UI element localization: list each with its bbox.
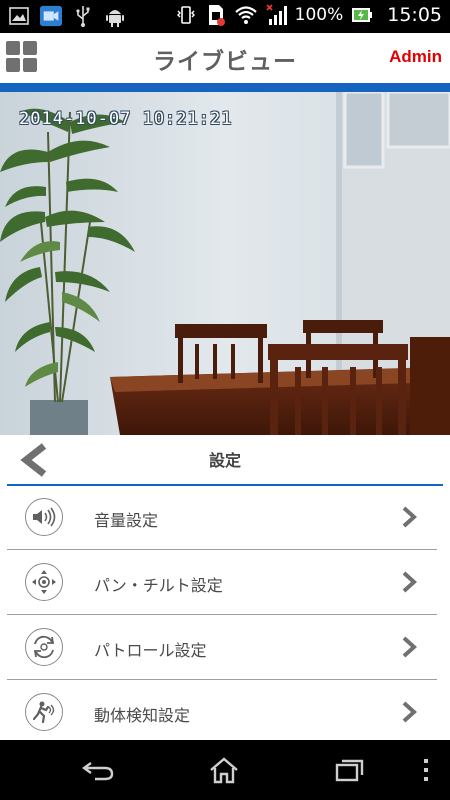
live-video-view[interactable]: 2014-10-07 10:21:21 xyxy=(0,92,450,435)
settings-row-pan-tilt[interactable]: パン・チルト設定 xyxy=(7,551,437,615)
chevron-right-icon xyxy=(402,571,417,593)
row-divider xyxy=(7,549,437,550)
video-timestamp: 2014-10-07 10:21:21 xyxy=(19,109,233,129)
sim-icon xyxy=(205,4,227,26)
app-header: ライブビュー Admin xyxy=(0,33,450,83)
settings-row-label: パン・チルト設定 xyxy=(94,576,223,595)
more-vert-icon xyxy=(424,759,428,781)
settings-row-label: 音量設定 xyxy=(94,511,159,530)
settings-title: 設定 xyxy=(208,451,241,470)
row-divider xyxy=(7,614,437,615)
row-divider xyxy=(7,679,437,680)
status-bar: 100% 15:05 xyxy=(0,0,450,33)
video-app-icon xyxy=(40,5,62,27)
gallery-icon xyxy=(8,5,30,27)
chevron-right-icon xyxy=(402,636,417,658)
settings-row-motion-detection[interactable]: 動体検知設定 xyxy=(7,681,437,745)
battery-icon xyxy=(351,4,373,26)
usb-icon xyxy=(72,5,94,27)
wifi-icon xyxy=(234,4,257,26)
motion-detection-icon xyxy=(25,693,63,731)
chevron-right-icon xyxy=(402,701,417,723)
settings-panel: 設定 音量設定 パン・チルト設定 パトロール設定 動体検知設定 xyxy=(0,435,450,740)
settings-row-label: パトロール設定 xyxy=(94,641,207,660)
patrol-icon xyxy=(25,628,63,666)
camera-scene-image xyxy=(0,92,450,435)
recent-apps-icon xyxy=(335,759,364,782)
nav-recent-apps-button[interactable] xyxy=(330,754,370,786)
speaker-icon xyxy=(25,498,63,536)
battery-percent: 100% xyxy=(294,5,344,25)
nav-overflow-menu-button[interactable] xyxy=(406,754,446,786)
header-accent-bar xyxy=(0,83,450,92)
chevron-right-icon xyxy=(402,506,417,528)
page-title: ライブビュー xyxy=(153,49,297,75)
signal-icon xyxy=(265,4,287,26)
admin-link[interactable]: Admin xyxy=(389,47,442,67)
settings-header: 設定 xyxy=(0,435,450,486)
nav-home-button[interactable] xyxy=(204,754,244,786)
settings-row-patrol[interactable]: パトロール設定 xyxy=(7,616,437,680)
home-icon xyxy=(210,757,238,784)
system-nav-bar xyxy=(0,740,450,800)
pan-tilt-icon xyxy=(25,563,63,601)
settings-row-label: 動体検知設定 xyxy=(94,706,191,725)
android-icon xyxy=(104,5,126,27)
nav-back-icon xyxy=(81,762,114,781)
vibrate-icon xyxy=(175,4,197,26)
clock: 15:05 xyxy=(387,4,442,26)
settings-row-volume[interactable]: 音量設定 xyxy=(7,486,437,550)
nav-back-button[interactable] xyxy=(78,754,118,786)
